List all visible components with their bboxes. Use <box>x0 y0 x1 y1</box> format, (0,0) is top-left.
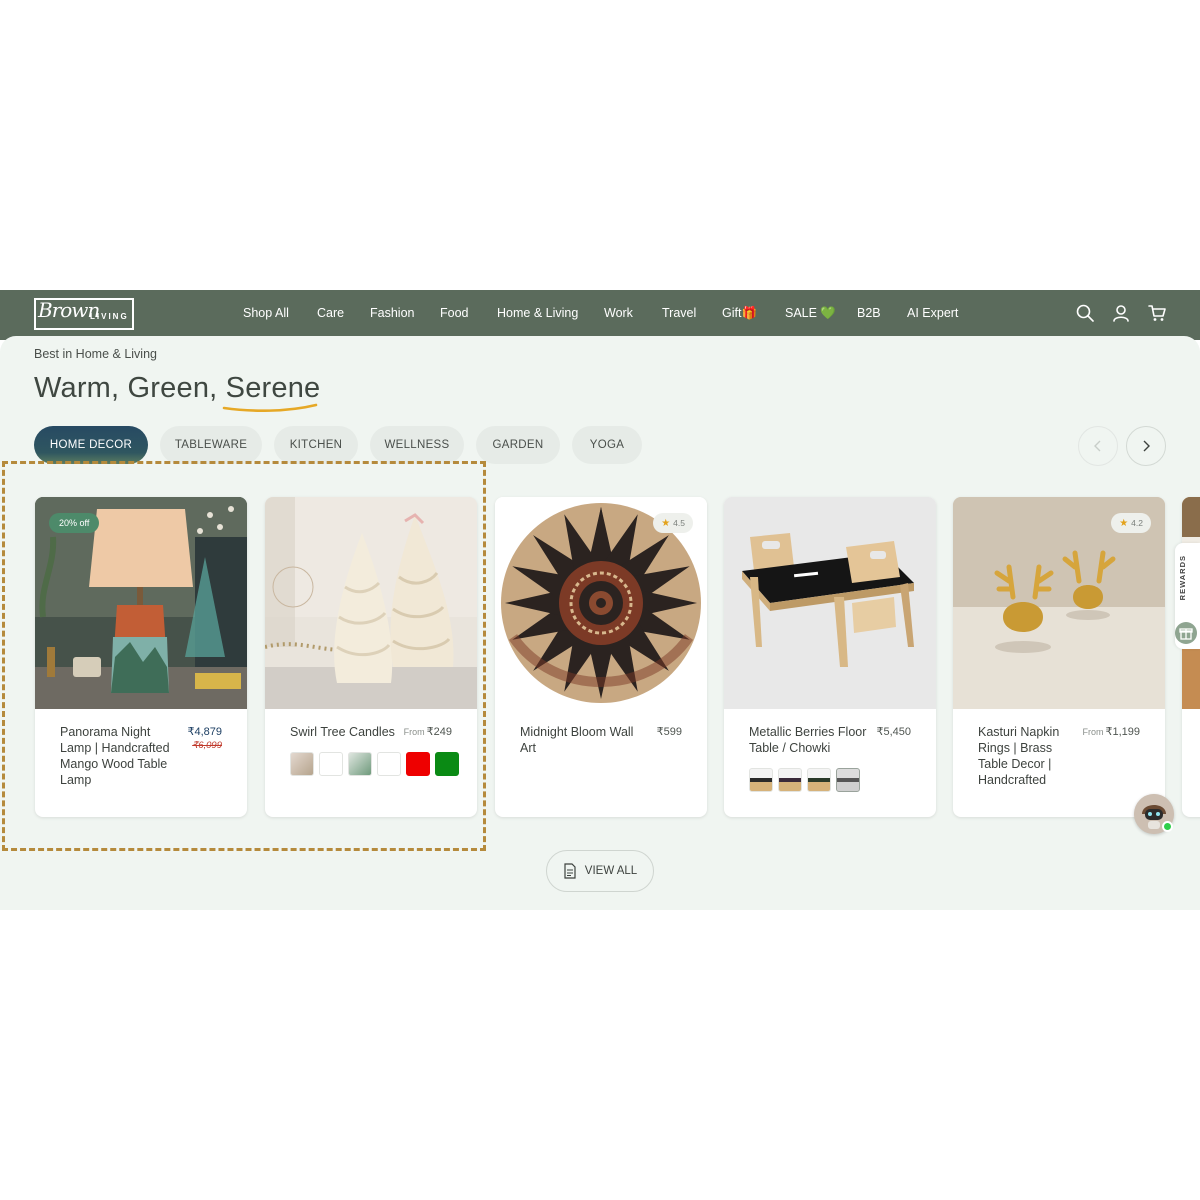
document-icon <box>564 863 576 879</box>
swatch-variant-1[interactable] <box>749 768 773 792</box>
swatch-variant-1[interactable] <box>290 752 314 776</box>
nav-work[interactable]: Work <box>604 306 633 320</box>
user-icon[interactable] <box>1112 304 1130 322</box>
online-status-dot <box>1162 821 1173 832</box>
product-price: From ₹1,199 <box>1082 725 1140 738</box>
product-name[interactable]: Kasturi Napkin Rings | Brass Table Decor… <box>978 724 1068 788</box>
price-value: ₹249 <box>426 726 452 738</box>
chevron-right-icon <box>1143 440 1150 452</box>
original-price: ₹6,099 <box>192 740 222 751</box>
sale-price: ₹4,879 <box>187 726 222 738</box>
section-eyebrow: Best in Home & Living <box>34 347 157 361</box>
rating-value: 4.5 <box>673 518 685 528</box>
tab-garden[interactable]: GARDEN <box>476 426 560 464</box>
rating-badge: ★ 4.2 <box>1111 513 1151 533</box>
variant-swatches <box>749 768 860 792</box>
nav-care[interactable]: Care <box>317 306 344 320</box>
product-name[interactable]: Midnight Bloom Wall Art <box>520 724 640 756</box>
product-price: From ₹249 <box>404 725 452 738</box>
product-image-chowki[interactable] <box>724 497 936 709</box>
swatch-variant-2[interactable] <box>319 752 343 776</box>
gift-icon <box>1175 622 1197 644</box>
carousel-next-button[interactable] <box>1126 426 1166 466</box>
tab-wellness[interactable]: WELLNESS <box>370 426 464 464</box>
product-price: ₹4,879 ₹6,099 <box>187 725 222 751</box>
price-value: ₹1,199 <box>1105 726 1140 738</box>
discount-badge: 20% off <box>49 513 100 533</box>
rating-badge: ★ 4.5 <box>653 513 693 533</box>
star-icon: ★ <box>661 517 671 529</box>
price-from-label: From <box>403 727 425 737</box>
tab-kitchen[interactable]: KITCHEN <box>274 426 358 464</box>
logo-caps-text: LIVING <box>90 312 129 321</box>
swatch-variant-3[interactable] <box>807 768 831 792</box>
product-card-kasturi-napkin-rings[interactable]: ★ 4.2 Kasturi Napkin Rings | Brass Table … <box>953 497 1165 817</box>
nav-travel[interactable]: Travel <box>662 306 696 320</box>
swatch-variant-4[interactable] <box>377 752 401 776</box>
page: Brown LIVING Shop All Care Fashion Food … <box>0 0 1200 1200</box>
variant-swatches <box>290 752 459 776</box>
view-all-button[interactable]: VIEW ALL <box>546 850 654 892</box>
nav-sale[interactable]: SALE 💚 <box>785 306 836 321</box>
brand-logo[interactable]: Brown LIVING <box>34 298 134 330</box>
nav-gift[interactable]: Gift🎁 <box>722 306 757 321</box>
nav-food[interactable]: Food <box>440 306 469 320</box>
product-name[interactable]: Metallic Berries Floor Table / Chowki <box>749 724 869 756</box>
nav-fashion[interactable]: Fashion <box>370 306 414 320</box>
product-card-midnight-bloom-wall-art[interactable]: ★ 4.5 Midnight Bloom Wall Art ₹599 <box>495 497 707 817</box>
tab-tableware[interactable]: TABLEWARE <box>160 426 262 464</box>
star-icon: ★ <box>1119 517 1129 529</box>
section-title: Warm, Green, Serene <box>34 372 321 404</box>
swatch-variant-2[interactable] <box>778 768 802 792</box>
search-icon[interactable] <box>1076 304 1094 322</box>
nav-shop-all[interactable]: Shop All <box>243 306 289 320</box>
rewards-side-tab[interactable]: REWARDS <box>1175 543 1200 649</box>
product-name[interactable]: Panorama Night Lamp | Handcrafted Mango … <box>60 724 180 788</box>
product-card-metallic-berries-chowki[interactable]: Metallic Berries Floor Table / Chowki ₹5… <box>724 497 936 817</box>
rating-value: 4.2 <box>1131 518 1143 528</box>
swatch-variant-4[interactable] <box>836 768 860 792</box>
chevron-left-icon <box>1094 440 1101 452</box>
top-navigation-bar <box>0 290 1200 340</box>
title-underline-decoration <box>222 403 318 412</box>
product-name[interactable]: Swirl Tree Candles <box>290 724 400 740</box>
cart-icon[interactable] <box>1148 304 1166 322</box>
swatch-green[interactable] <box>435 752 459 776</box>
carousel-prev-button[interactable] <box>1078 426 1118 466</box>
product-card-swirl-tree-candles[interactable]: Swirl Tree Candles From ₹249 <box>265 497 477 817</box>
product-price: ₹599 <box>656 726 682 738</box>
tab-yoga[interactable]: YOGA <box>572 426 642 464</box>
view-all-label: VIEW ALL <box>584 865 638 877</box>
price-from-label: From <box>1082 727 1104 737</box>
nav-home-living[interactable]: Home & Living <box>497 306 578 320</box>
best-in-home-living-section: Best in Home & Living Warm, Green, Seren… <box>0 336 1200 910</box>
product-image-candles[interactable] <box>265 497 477 709</box>
product-card-panorama-lamp[interactable]: 20% off Panorama Night Lamp | Handcrafte… <box>35 497 247 817</box>
swatch-red[interactable] <box>406 752 430 776</box>
tab-home-decor[interactable]: HOME DECOR <box>34 426 148 464</box>
nav-b2b[interactable]: B2B <box>857 306 881 320</box>
nav-ai-expert[interactable]: AI Expert <box>907 306 958 320</box>
rewards-label: REWARDS <box>1178 555 1187 601</box>
swatch-variant-3[interactable] <box>348 752 372 776</box>
product-price: ₹5,450 <box>876 726 911 738</box>
